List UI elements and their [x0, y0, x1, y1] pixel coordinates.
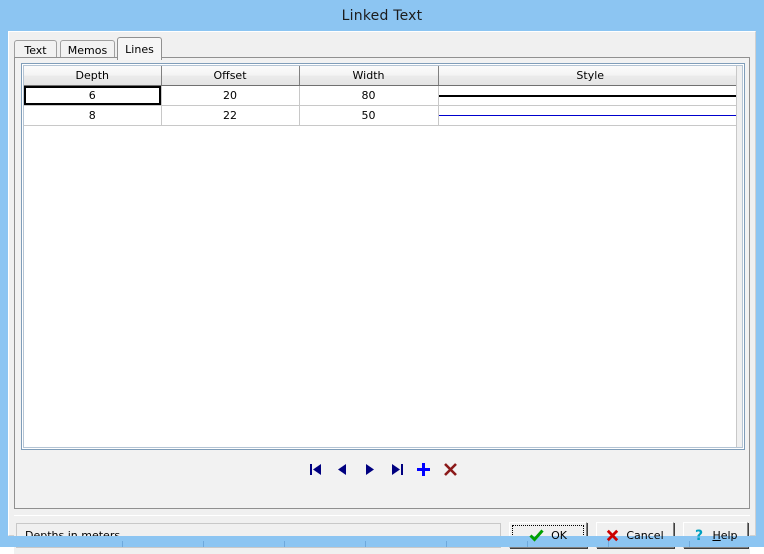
tab-strip: Text Memos Lines [14, 37, 750, 60]
window-title: Linked Text [341, 7, 423, 24]
dialog-client-area: Text Memos Lines Depth Offset Width Styl… [8, 31, 756, 554]
table-header-row: Depth Offset Width Style [24, 66, 742, 86]
column-header-depth[interactable]: Depth [24, 66, 162, 86]
next-record-icon [366, 463, 374, 475]
delete-cross-icon [444, 462, 457, 476]
taskbar-tick [122, 541, 123, 547]
column-header-offset[interactable]: Offset [161, 66, 300, 86]
help-button-label: Help [712, 529, 737, 542]
taskbar-tick [608, 541, 609, 547]
cell-style[interactable] [438, 85, 742, 106]
taskbar-tick [689, 541, 690, 547]
cell-width[interactable]: 50 [299, 105, 439, 126]
question-icon: ? [693, 528, 705, 542]
nav-delete-button[interactable] [443, 461, 459, 477]
line-style-sample [438, 115, 742, 116]
grid-right-filler [736, 66, 742, 447]
nav-last-button[interactable] [389, 461, 405, 477]
line-style-sample [438, 94, 742, 97]
record-navigator [15, 456, 751, 482]
cell-offset[interactable]: 22 [161, 105, 300, 126]
help-rest: elp [720, 528, 738, 542]
column-header-style[interactable]: Style [438, 66, 742, 86]
last-record-icon [391, 463, 403, 475]
first-record-icon [309, 463, 321, 475]
cross-icon [606, 529, 619, 542]
svg-text:?: ? [695, 528, 703, 542]
lines-table: Depth Offset Width Style 6 20 80 8 22 50 [24, 66, 742, 126]
tab-text-label: Text [24, 43, 47, 57]
lines-grid-inner: Depth Offset Width Style 6 20 80 8 22 50 [23, 65, 743, 448]
taskbar-tick [284, 541, 285, 547]
dialog-window: Linked Text Text Memos Lines Depth Offse… [0, 0, 764, 554]
taskbar-tick [203, 541, 204, 547]
nav-insert-button[interactable] [416, 461, 432, 477]
prior-record-icon [338, 463, 346, 475]
lines-grid[interactable]: Depth Offset Width Style 6 20 80 8 22 50 [21, 63, 745, 450]
tab-lines[interactable]: Lines [117, 37, 162, 60]
nav-next-button[interactable] [362, 461, 378, 477]
taskbar-tick [365, 541, 366, 547]
table-row[interactable]: 8 22 50 [24, 105, 742, 126]
cancel-button-label: Cancel [626, 528, 664, 542]
tab-memos-label: Memos [67, 43, 108, 57]
cell-width[interactable]: 80 [299, 85, 439, 106]
nav-prior-button[interactable] [335, 461, 351, 477]
dialog-bottom-bar: Depths in meters OK [14, 515, 750, 554]
taskbar-tick [446, 541, 447, 547]
plus-icon [417, 462, 430, 476]
cell-depth[interactable]: 8 [24, 105, 162, 126]
tab-lines-label: Lines [125, 42, 154, 56]
ok-button-label: OK [551, 528, 567, 542]
column-header-width[interactable]: Width [299, 66, 439, 86]
cell-style[interactable] [438, 105, 742, 126]
tab-page-lines: Depth Offset Width Style 6 20 80 8 22 50 [14, 57, 750, 509]
nav-first-button[interactable] [308, 461, 324, 477]
cell-depth[interactable]: 6 [24, 85, 162, 106]
check-icon [529, 529, 544, 542]
cell-offset[interactable]: 20 [161, 85, 300, 106]
taskbar-tick [527, 541, 528, 547]
help-accel-letter: H [712, 528, 721, 542]
table-row[interactable]: 6 20 80 [24, 85, 742, 106]
title-bar[interactable]: Linked Text [0, 0, 764, 31]
